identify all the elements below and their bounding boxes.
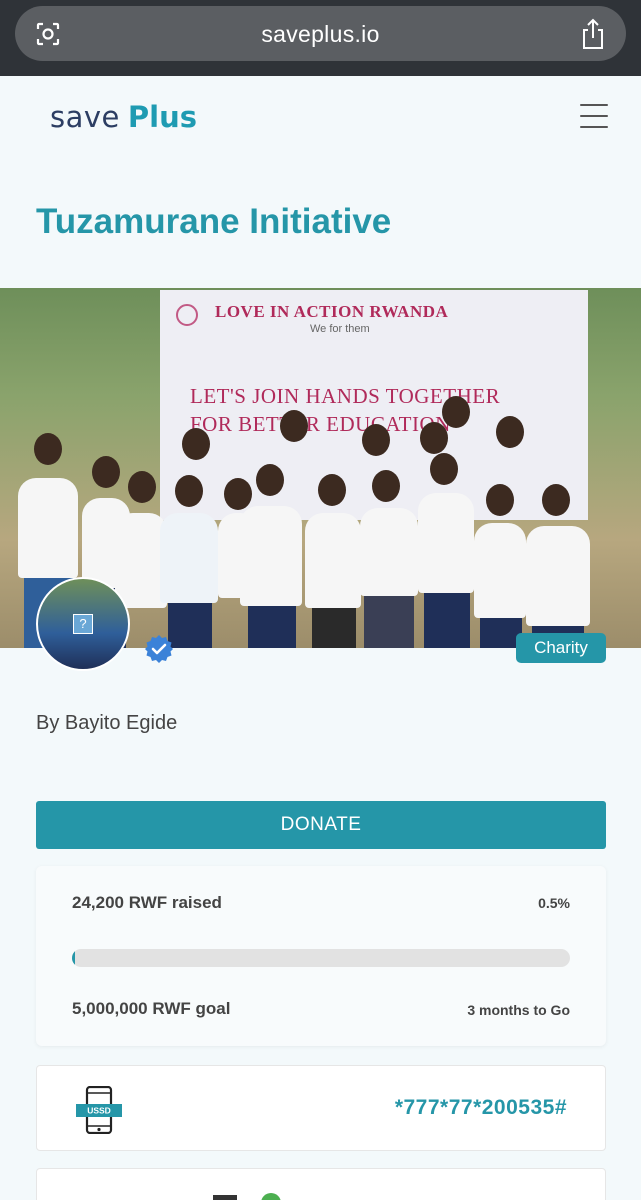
- category-badge[interactable]: Charity: [516, 633, 606, 663]
- address-bar[interactable]: saveplus.io: [15, 6, 626, 61]
- hamburger-menu-icon[interactable]: [580, 104, 608, 128]
- progress-bar: [72, 949, 570, 967]
- payment-options-card[interactable]: [36, 1168, 606, 1200]
- logo-save-text: save: [50, 100, 120, 134]
- payment-method-icon: [213, 1195, 237, 1200]
- banner-org-name: LOVE IN ACTION RWANDA: [215, 302, 449, 321]
- fundraising-stats-card: 24,200 RWF raised 0.5% 5,000,000 RWF goa…: [36, 866, 606, 1046]
- url-text[interactable]: saveplus.io: [15, 21, 626, 48]
- goal-amount: 5,000,000 RWF goal: [72, 999, 231, 1018]
- progress-bar-fill: [72, 949, 75, 967]
- saveplus-logo[interactable]: save Plus: [50, 100, 197, 140]
- logo-plus-text: Plus: [127, 100, 197, 134]
- time-remaining: 3 months to Go: [467, 1002, 570, 1018]
- percent-raised: 0.5%: [538, 895, 570, 911]
- amount-raised: 24,200 RWF raised: [72, 893, 222, 912]
- banner-subtitle: We for them: [310, 323, 370, 335]
- donate-button[interactable]: DONATE: [36, 801, 606, 849]
- avatar-placeholder-icon: ?: [73, 614, 93, 634]
- browser-bar: saveplus.io: [0, 0, 641, 76]
- verified-badge-icon: [145, 635, 173, 663]
- campaign-title: Tuzamurane Initiative: [36, 202, 392, 241]
- banner-logo-icon: [176, 304, 198, 326]
- payment-provider-icon: [261, 1193, 281, 1200]
- ussd-code[interactable]: *777*77*200535#: [395, 1096, 567, 1120]
- author-line: By Bayito Egide: [36, 712, 178, 734]
- banner-line-2: FOR BETTER EDUCATION: [190, 412, 451, 436]
- ussd-donation-card[interactable]: USSD *777*77*200535#: [36, 1065, 606, 1151]
- ussd-icon-label: USSD: [87, 1106, 111, 1116]
- share-icon[interactable]: [580, 18, 606, 50]
- ussd-phone-icon: USSD: [76, 1086, 122, 1134]
